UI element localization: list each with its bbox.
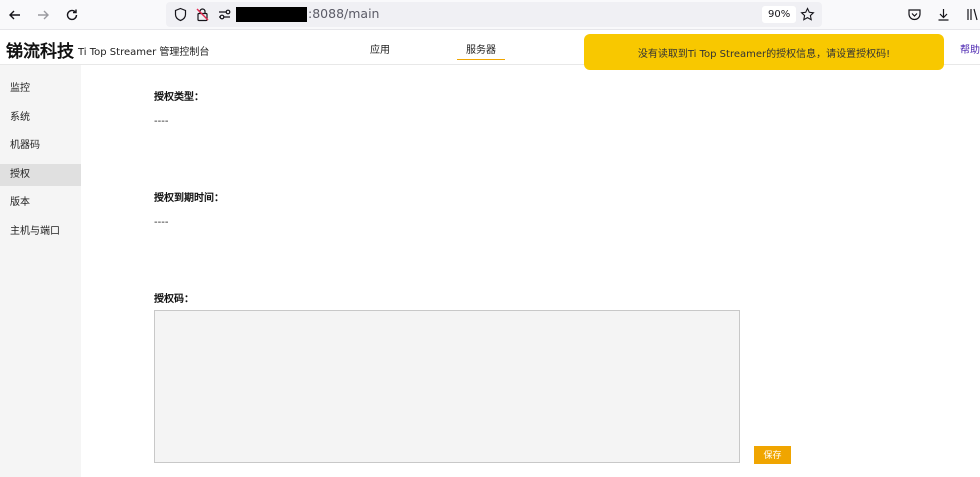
save-button[interactable]: 保存: [754, 446, 791, 464]
sidebar: 监控 系统 机器码 授权 版本 主机与端口: [0, 65, 81, 477]
reload-icon: [66, 9, 78, 21]
license-type-label: 授权类型：: [154, 92, 204, 103]
tab-apps[interactable]: 应用: [370, 41, 390, 56]
download-icon[interactable]: [936, 7, 951, 22]
url-host-redacted: [236, 7, 307, 22]
forward-button[interactable]: [33, 5, 53, 25]
zoom-level-badge[interactable]: 90%: [762, 6, 797, 23]
license-code-label: 授权码：: [154, 294, 194, 305]
arrow-right-icon: [38, 10, 49, 20]
shield-icon[interactable]: [173, 7, 188, 22]
sidebar-item-machine-code[interactable]: 机器码: [0, 135, 81, 157]
license-warning-alert: 没有读取到Ti Top Streamer的授权信息，请设置授权码!: [584, 34, 944, 70]
reload-button[interactable]: [62, 5, 82, 25]
license-expiry-value: ----: [154, 217, 169, 228]
license-code-input[interactable]: [154, 310, 740, 463]
brand-logo: 锑流科技: [6, 42, 74, 62]
console-subtitle: Ti Top Streamer 管理控制台: [78, 47, 210, 58]
url-text[interactable]: :8088/main: [308, 6, 379, 21]
alert-message: 没有读取到Ti Top Streamer的授权信息，请设置授权码!: [637, 48, 891, 60]
sidebar-item-host-port[interactable]: 主机与端口: [0, 221, 81, 243]
help-link[interactable]: 帮助: [960, 41, 980, 56]
tab-server[interactable]: 服务器: [457, 41, 505, 60]
library-icon[interactable]: [965, 7, 980, 22]
permissions-icon[interactable]: [217, 7, 232, 22]
license-type-value: ----: [154, 116, 169, 127]
license-expiry-label: 授权到期时间：: [154, 193, 224, 204]
pocket-icon[interactable]: [907, 7, 922, 22]
browser-toolbar: :8088/main 90%: [0, 0, 980, 30]
arrow-left-icon: [9, 10, 20, 20]
sidebar-item-version[interactable]: 版本: [0, 192, 81, 214]
sidebar-item-system[interactable]: 系统: [0, 107, 81, 129]
sidebar-item-license[interactable]: 授权: [0, 163, 81, 186]
bookmark-star-icon[interactable]: [800, 7, 815, 22]
url-bar[interactable]: :8088/main 90%: [166, 2, 822, 27]
sidebar-item-monitor[interactable]: 监控: [0, 78, 81, 100]
insecure-lock-icon[interactable]: [195, 7, 210, 22]
back-button[interactable]: [5, 5, 25, 25]
